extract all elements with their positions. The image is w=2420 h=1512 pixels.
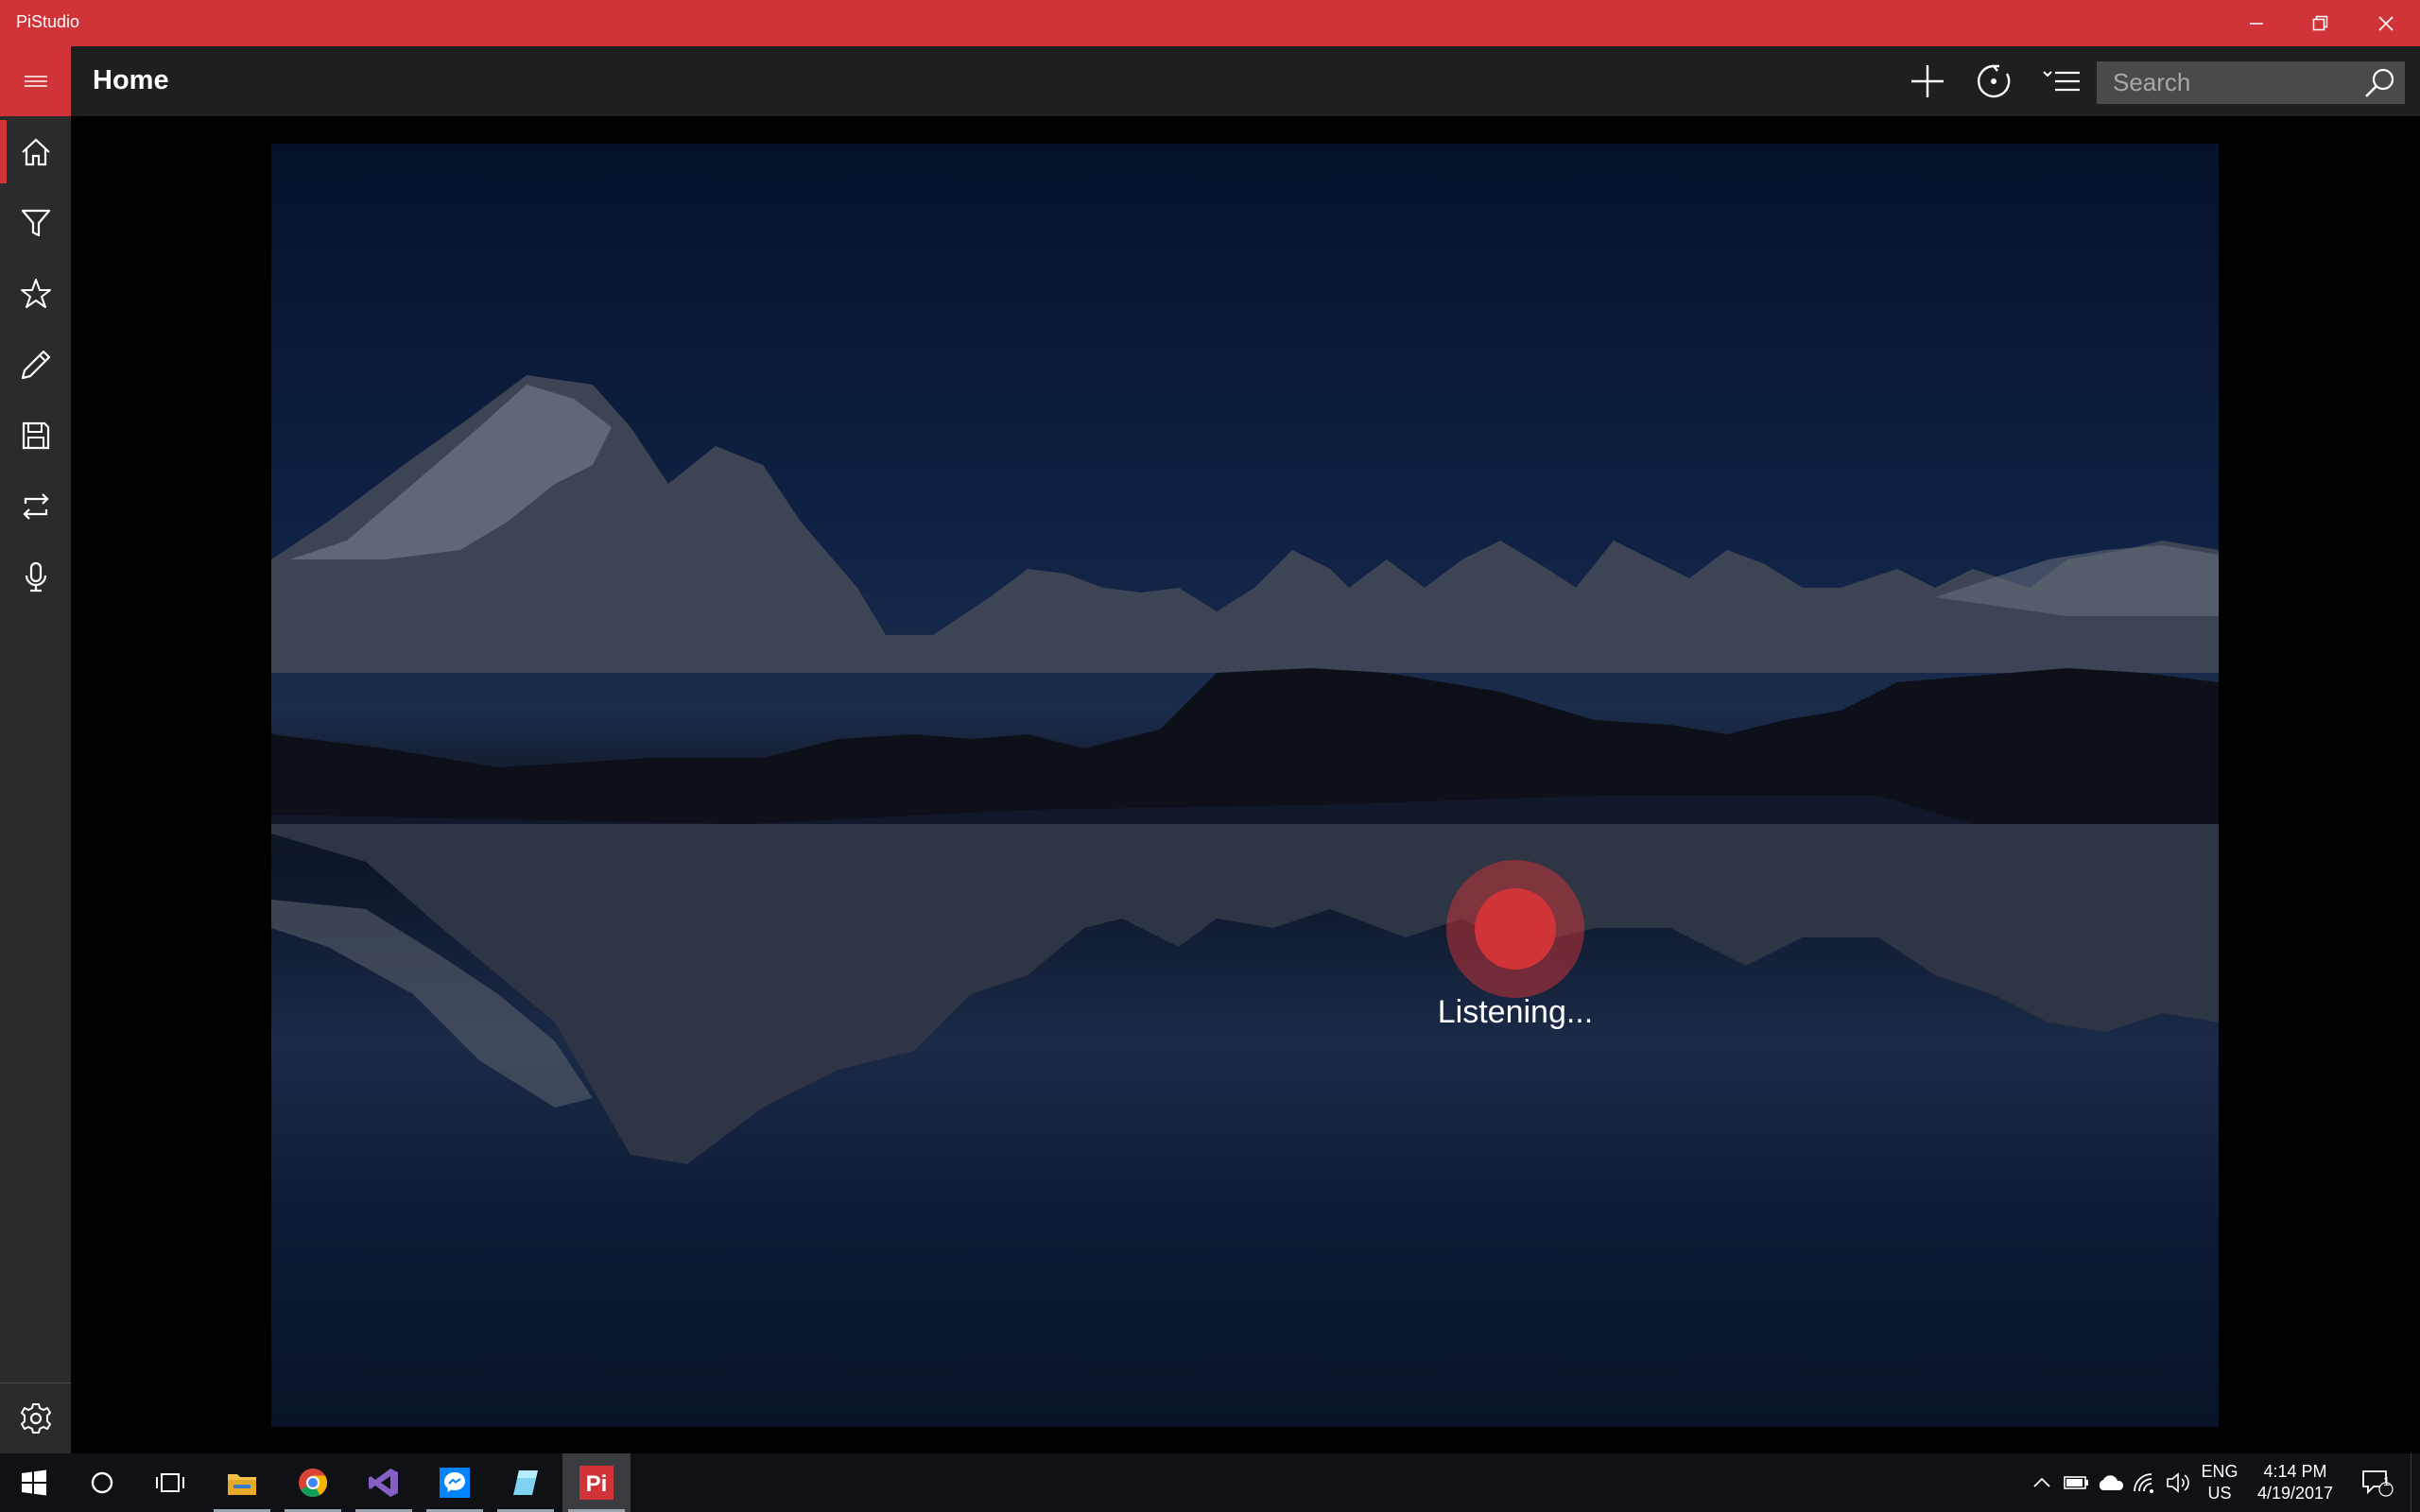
task-view-icon — [156, 1473, 184, 1492]
taskbar: Pi ENG US 4:14 PM 4/19/2017 1 — [0, 1453, 2420, 1512]
notification-count: 1 — [2383, 1474, 2391, 1488]
speaker-icon — [2167, 1472, 2189, 1493]
pistudio-logo-icon: Pi — [579, 1466, 614, 1500]
search-box — [2097, 61, 2405, 104]
home-icon — [21, 137, 50, 165]
sidebar — [0, 116, 71, 1453]
wifi-icon — [2134, 1473, 2153, 1493]
sidebar-item-voice[interactable] — [0, 541, 71, 612]
restore-button[interactable] — [2289, 0, 2353, 46]
plus-icon — [1911, 65, 1944, 97]
sort-button[interactable] — [2035, 55, 2088, 108]
hamburger-menu-button[interactable] — [0, 46, 71, 116]
settings-button[interactable] — [0, 1383, 71, 1453]
taskbar-pistudio[interactable]: Pi — [562, 1453, 631, 1512]
gear-icon — [20, 1403, 51, 1434]
pencil-icon — [21, 350, 50, 379]
region-code: US — [2207, 1484, 2232, 1503]
minimize-icon — [2250, 22, 2263, 25]
close-button[interactable] — [2354, 0, 2418, 46]
search-button[interactable] — [2358, 61, 2401, 104]
sidebar-item-rotate[interactable] — [0, 471, 71, 541]
clock-date: 4/19/2017 — [2256, 1484, 2334, 1503]
language-code: ENG — [2201, 1462, 2238, 1481]
battery-icon — [2064, 1476, 2088, 1489]
crop-rotate-icon — [22, 492, 49, 520]
visual-studio-icon — [369, 1469, 398, 1497]
landscape-photo — [271, 375, 2219, 1164]
messenger-icon — [440, 1468, 470, 1498]
page-title: Home — [93, 65, 169, 95]
sidebar-item-save[interactable] — [0, 400, 71, 471]
battery-button[interactable] — [2061, 1453, 2093, 1512]
refresh-icon — [1977, 64, 2011, 98]
clock[interactable]: 4:14 PM 4/19/2017 — [2248, 1461, 2342, 1504]
cloud-icon — [2099, 1475, 2124, 1490]
taskbar-notepad[interactable] — [492, 1453, 560, 1512]
sidebar-item-home[interactable] — [0, 116, 71, 187]
minimize-button[interactable] — [2224, 0, 2289, 46]
windows-logo-icon — [22, 1469, 46, 1496]
svg-text:Pi: Pi — [586, 1471, 608, 1497]
microphone-icon — [25, 561, 46, 592]
listening-status: Listening... — [1437, 994, 1594, 1030]
folder-icon — [228, 1474, 256, 1495]
search-icon — [2365, 68, 2394, 97]
sort-list-icon — [2043, 71, 2080, 92]
sidebar-item-edit[interactable] — [0, 329, 71, 400]
hamburger-icon — [24, 76, 47, 87]
chevron-up-icon — [2033, 1477, 2050, 1487]
add-button[interactable] — [1901, 55, 1954, 108]
shoreline — [271, 668, 2219, 824]
input-language-indicator[interactable]: ENG US — [2199, 1461, 2240, 1504]
search-input[interactable] — [2097, 61, 2352, 104]
close-icon — [2378, 15, 2394, 31]
volume-button[interactable] — [2163, 1453, 2195, 1512]
sidebar-item-filter[interactable] — [0, 187, 71, 258]
photo-canvas[interactable]: Listening... — [271, 144, 2219, 1427]
record-indicator — [1475, 888, 1556, 970]
notepad-icon — [513, 1470, 538, 1495]
taskbar-chrome[interactable] — [279, 1453, 347, 1512]
network-button[interactable] — [2129, 1453, 2161, 1512]
floppy-disk-icon — [22, 421, 49, 449]
taskbar-file-explorer[interactable] — [208, 1453, 276, 1512]
title-bar: PiStudio — [0, 0, 2420, 46]
app-bar: Home — [0, 46, 2420, 116]
mountain-reflection — [271, 824, 2219, 1164]
voice-listening-button[interactable] — [1446, 860, 1584, 998]
show-hidden-icons-button[interactable] — [2029, 1453, 2055, 1512]
taskbar-messenger[interactable] — [421, 1453, 489, 1512]
onedrive-button[interactable] — [2095, 1453, 2127, 1512]
cortana-button[interactable] — [68, 1453, 136, 1512]
clock-time: 4:14 PM — [2263, 1462, 2327, 1481]
chrome-icon — [299, 1469, 328, 1498]
restore-icon — [2312, 15, 2328, 30]
taskbar-visual-studio[interactable] — [350, 1453, 418, 1512]
cortana-circle-icon — [91, 1471, 113, 1494]
start-button[interactable] — [0, 1453, 68, 1512]
action-center-button[interactable]: 1 — [2354, 1453, 2401, 1512]
show-desktop-button[interactable] — [2411, 1453, 2420, 1512]
sync-button[interactable] — [1967, 55, 2020, 108]
star-icon — [20, 278, 51, 308]
task-view-button[interactable] — [136, 1453, 204, 1512]
sidebar-item-favorites[interactable] — [0, 258, 71, 329]
app-title: PiStudio — [16, 12, 80, 31]
filter-icon — [21, 209, 50, 236]
